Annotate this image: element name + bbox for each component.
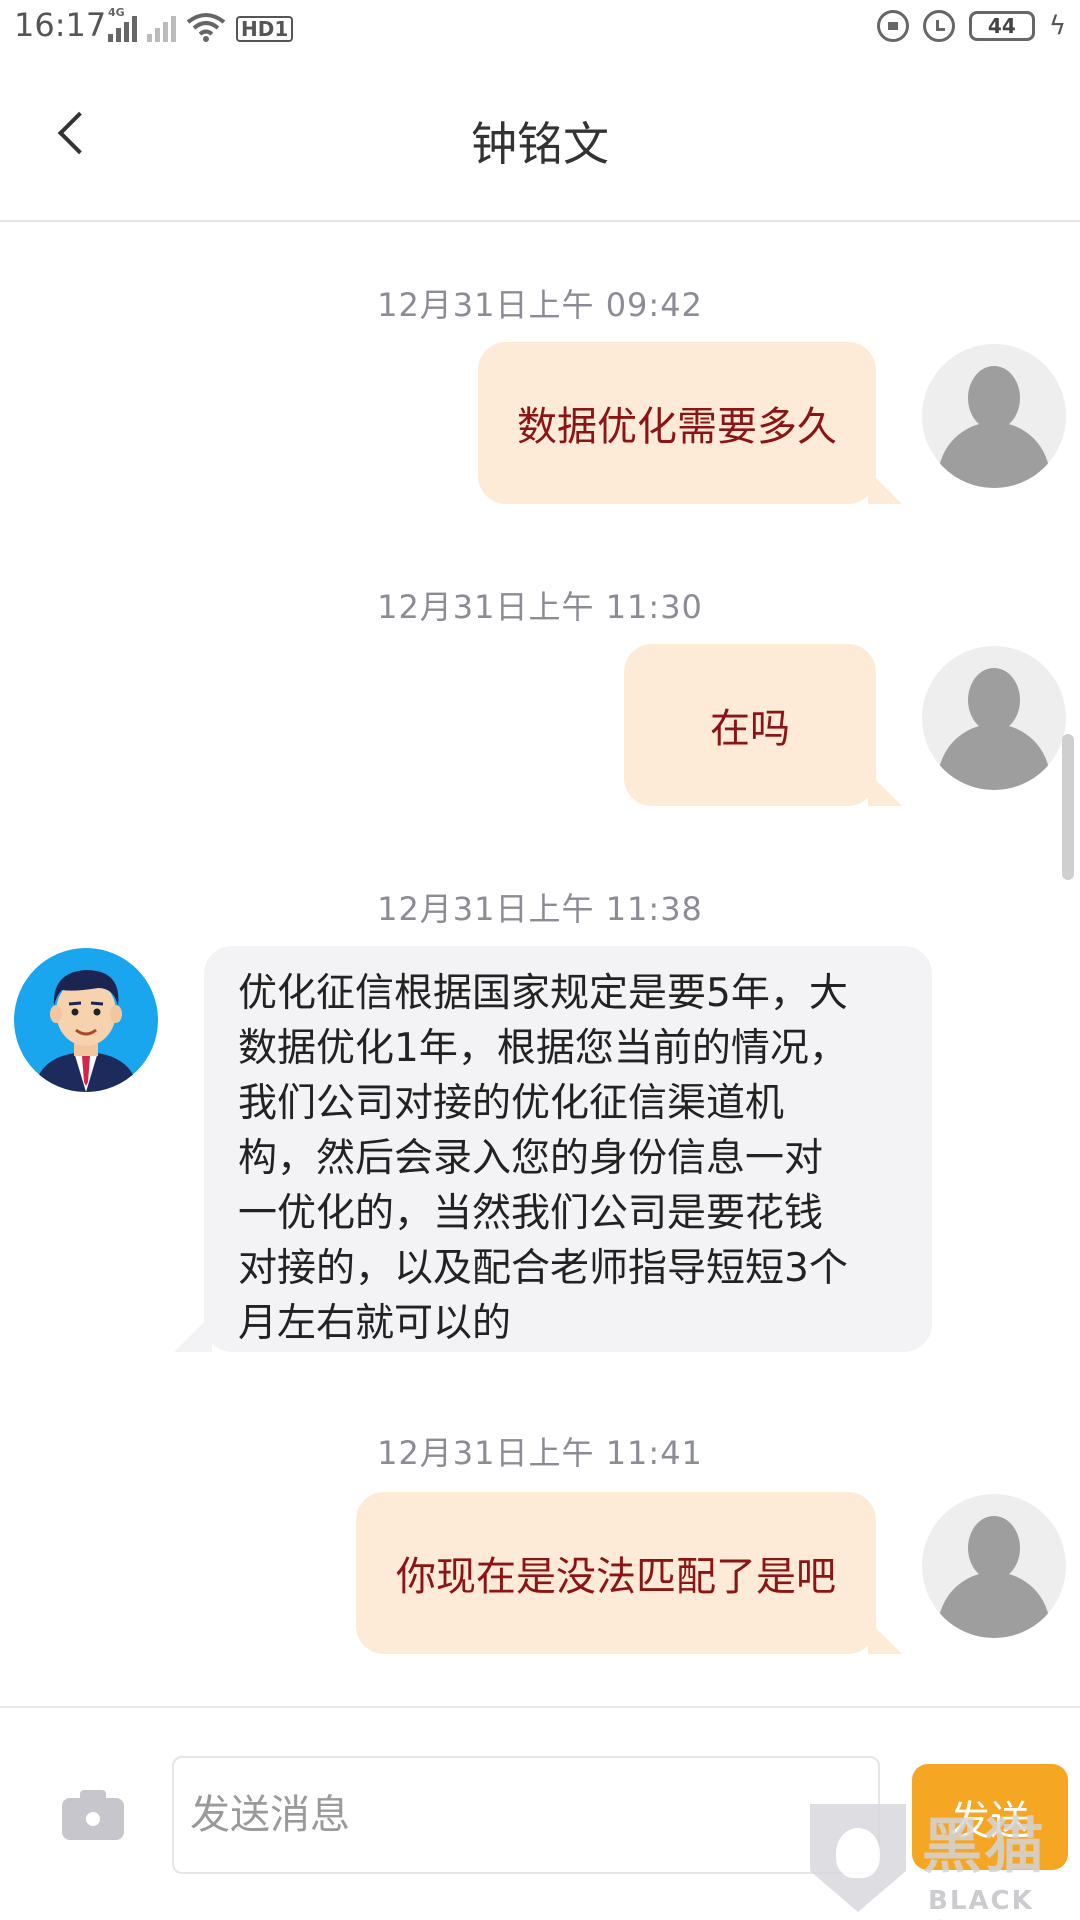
battery-icon: 44 (968, 11, 1035, 41)
message-text-line: 构，然后会录入您的身份信息一对 (238, 1136, 824, 1181)
message-text-line: 优化征信根据国家规定是要5年，大 (238, 971, 848, 1016)
hd-icon: HD1 (236, 16, 294, 42)
message-text-line: 月左右就可以的 (238, 1301, 512, 1346)
message-text: 你现在是没法匹配了是吧 (396, 1554, 836, 1600)
watermark-logo-text: 黑猫 (922, 1812, 1046, 1882)
message-bubble-incoming[interactable]: 优化征信根据国家规定是要5年，大 数据优化1年，根据您当前的情况， 我们公司对接… (174, 946, 932, 1352)
message-bubble-outgoing[interactable]: 数据优化需要多久 (478, 342, 902, 504)
message-text-line: 一优化的，当然我们公司是要花钱 (238, 1191, 824, 1236)
message-bubble-outgoing[interactable]: 你现在是没法匹配了是吧 (356, 1492, 902, 1654)
battery-level: 44 (987, 14, 1016, 38)
message-timestamp: 12月31日上午 11:38 (377, 890, 703, 928)
status-time: 16:17 (14, 6, 107, 44)
user-avatar[interactable] (922, 344, 1066, 488)
signal-icon: 4G (108, 6, 137, 42)
alarm-icon (922, 10, 955, 42)
user-avatar[interactable] (922, 646, 1066, 790)
user-avatar[interactable] (922, 1494, 1066, 1638)
status-icons-right: 44 ϟ (876, 10, 1066, 42)
message-text: 数据优化需要多久 (517, 404, 837, 450)
charging-icon: ϟ (1048, 11, 1066, 41)
message-input[interactable] (172, 1756, 880, 1874)
chat-header: 钟铭文 (0, 56, 1080, 222)
status-icons-left: 4G HD1 (108, 6, 294, 42)
scrollbar-thumb[interactable] (1062, 734, 1074, 880)
message-timestamp: 12月31日上午 11:30 (377, 588, 703, 626)
watermark-brand-text: BLACK CAT (928, 1886, 1034, 1920)
message-text-line: 我们公司对接的优化征信渠道机 (238, 1081, 785, 1126)
lock-rotation-icon (876, 10, 909, 42)
network-type-label: 4G (108, 6, 125, 19)
message-text: 在吗 (710, 706, 790, 752)
status-bar: 16:17 4G HD1 44 ϟ (0, 0, 1080, 56)
signal-no-sim-icon (147, 14, 176, 42)
message-timestamp: 12月31日上午 09:42 (377, 286, 703, 324)
page-title: 钟铭文 (471, 117, 609, 171)
wifi-icon (186, 13, 226, 42)
message-timestamp: 12月31日上午 11:41 (377, 1434, 703, 1472)
camera-button[interactable] (62, 1790, 124, 1840)
agent-avatar[interactable] (14, 948, 158, 1092)
message-text-line: 数据优化1年，根据您当前的情况， (238, 1026, 848, 1071)
businessman-avatar-icon (34, 970, 138, 1092)
black-cat-watermark: 黑猫 BLACK CAT (810, 1798, 1078, 1920)
default-avatar-icon (968, 1516, 1020, 1580)
default-avatar-icon (968, 668, 1020, 732)
message-text-line: 对接的，以及配合老师指导短短3个 (238, 1246, 848, 1291)
message-bubble-outgoing[interactable]: 在吗 (624, 644, 902, 806)
default-avatar-icon (968, 366, 1020, 430)
